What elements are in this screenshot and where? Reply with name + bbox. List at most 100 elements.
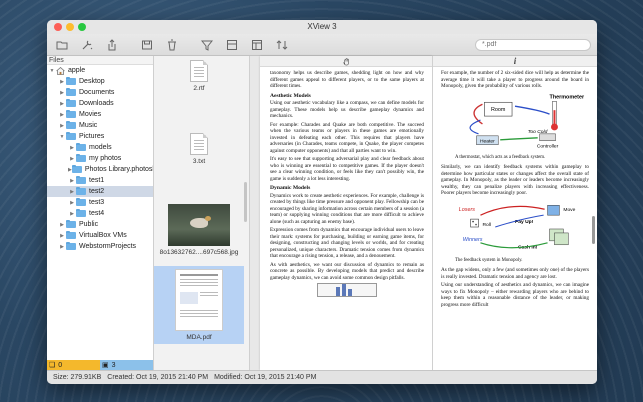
tree-item-label: my photos xyxy=(89,155,122,162)
paragraph: For example: Charades and Quake are both… xyxy=(270,121,424,154)
thumbnail-scrollbar[interactable] xyxy=(244,182,247,222)
folder-icon xyxy=(76,186,86,195)
folder-icon xyxy=(66,87,76,96)
disclosure-triangle-icon[interactable]: ▶ xyxy=(68,178,76,184)
disclosure-triangle-icon[interactable]: ▶ xyxy=(68,145,76,151)
tree-item-music[interactable]: ▶ Music xyxy=(47,120,153,131)
disclosure-triangle-icon[interactable]: ▶ xyxy=(58,112,66,118)
status-size: Size: 279.91KB xyxy=(53,374,102,381)
tree-item-desktop[interactable]: ▶ Desktop xyxy=(47,76,153,87)
disclosure-triangle-icon[interactable]: ▶ xyxy=(58,90,66,96)
tree-item-label: test1 xyxy=(89,177,105,184)
folder-icon xyxy=(66,219,76,228)
window-controls xyxy=(54,23,86,31)
save-button[interactable] xyxy=(138,37,156,53)
search-box[interactable] xyxy=(475,38,591,51)
folder-icon xyxy=(76,153,86,162)
tree-item-label: Downloads xyxy=(79,100,114,107)
disclosure-triangle-icon[interactable]: ▶ xyxy=(58,101,66,107)
tree-item-virtualbox-vms[interactable]: ▶ VirtualBox VMs xyxy=(47,230,153,241)
folder-icon xyxy=(76,175,86,184)
tree-root-label: apple xyxy=(68,67,86,74)
folder-icon xyxy=(66,230,76,239)
folder-icon xyxy=(76,197,86,206)
tree-item-label: Music xyxy=(79,122,98,129)
status-created: Created: Oct 19, 2015 21:40 PM xyxy=(107,374,209,381)
inspector-resize-handle[interactable] xyxy=(592,216,595,244)
folder-icon xyxy=(76,142,86,151)
thumbnail-item[interactable]: 2.rtf xyxy=(154,58,244,104)
close-window-button[interactable] xyxy=(54,23,62,31)
disclosure-triangle-icon[interactable]: ▶ xyxy=(58,244,66,250)
tree-item-movies[interactable]: ▶ Movies xyxy=(47,109,153,120)
tree-item-downloads[interactable]: ▶ Downloads xyxy=(47,98,153,109)
tree-item-documents[interactable]: ▶ Documents xyxy=(47,87,153,98)
disclosure-triangle-icon[interactable]: ▶ xyxy=(68,211,76,217)
thumbnail-label: MDA.pdf xyxy=(186,334,212,341)
tree-item-test3[interactable]: ▶ test3 xyxy=(47,197,153,208)
tree-item-webstormprojects[interactable]: ▶ WebstormProjects xyxy=(47,241,153,252)
document-page-left: taxonomy helps us describe games, sheddi… xyxy=(260,56,432,370)
share-button[interactable] xyxy=(103,37,121,53)
files-count-badge[interactable]: ❏ 0 xyxy=(47,360,100,370)
disclosure-triangle-icon[interactable]: ▶ xyxy=(58,79,66,85)
disclosure-triangle-icon[interactable]: ▶ xyxy=(68,189,76,195)
minimize-window-button[interactable] xyxy=(66,23,74,31)
thumbnail-item[interactable]: 3.txt xyxy=(154,129,244,179)
disclosure-triangle-icon[interactable]: ▶ xyxy=(68,200,76,206)
paragraph: Expression comes from dynamics that enco… xyxy=(270,227,424,259)
tree-item-models[interactable]: ▶ models xyxy=(47,142,153,153)
thumbnail-label: 2.rtf xyxy=(193,85,205,92)
tree-item-photos-library-photoslibrary[interactable]: ▶Photos Library.photoslibrary xyxy=(47,164,153,175)
tree-item-label: Movies xyxy=(79,111,102,118)
search-input[interactable] xyxy=(482,41,590,48)
document-icon xyxy=(190,133,208,155)
thermostat-diagram: Room Thermometer Heater Too Cold Control… xyxy=(441,92,589,154)
tree-root[interactable]: ▼ apple xyxy=(47,65,153,76)
disclosure-triangle-icon[interactable]: ▼ xyxy=(58,134,66,140)
layout-button[interactable] xyxy=(248,37,266,53)
paragraph: As the gap widens, only a few (and somet… xyxy=(441,267,589,280)
thumbnail-item-selected[interactable]: MDA.pdf xyxy=(154,266,244,344)
images-count-badge[interactable]: ▣ 3 xyxy=(100,360,153,370)
hand-tool-icon[interactable] xyxy=(342,57,351,66)
disclosure-triangle-icon[interactable]: ▶ xyxy=(58,233,66,239)
info-icon[interactable]: i xyxy=(514,56,517,66)
tree-item-label: Public xyxy=(79,221,99,228)
filter-icon xyxy=(201,40,213,51)
filter-button[interactable] xyxy=(198,37,216,53)
page-text-right: For example, the number of 2 six-sided d… xyxy=(441,70,589,310)
title-bar[interactable]: XView 3 xyxy=(47,20,597,34)
thumbnail-browser: 2.rtf 3.txt 8o13632762....697c568.jpg MD… xyxy=(154,56,250,370)
disclosure-triangle-icon[interactable]: ▶ xyxy=(68,156,76,162)
view-button[interactable] xyxy=(223,37,241,53)
tree-item-my-photos[interactable]: ▶ my photos xyxy=(47,153,153,164)
page-text-left: taxonomy helps us describe games, sheddi… xyxy=(270,70,424,297)
thumbnail-label: 3.txt xyxy=(192,158,206,165)
disclosure-triangle-icon[interactable]: ▶ xyxy=(58,222,66,228)
disclosure-triangle-icon[interactable]: ▼ xyxy=(48,68,56,74)
tree-item-test2[interactable]: ▶ test2 xyxy=(47,186,153,197)
svg-text:Roll: Roll xyxy=(482,222,490,228)
trash-button[interactable] xyxy=(163,37,181,53)
document-viewer: taxonomy helps us describe games, sheddi… xyxy=(250,56,597,370)
sidebar-header: Files xyxy=(47,56,153,65)
thumbnail-label: 8o13632762....697c568.jpg xyxy=(159,249,239,256)
tree-item-pictures[interactable]: ▼ Pictures xyxy=(47,131,153,142)
tree-item-test4[interactable]: ▶ test4 xyxy=(47,208,153,219)
sort-button[interactable] xyxy=(273,37,291,53)
tree-item-public[interactable]: ▶ Public xyxy=(47,219,153,230)
thumbnail-item[interactable]: 8o13632762....697c568.jpg xyxy=(154,204,244,262)
tree-item-test1[interactable]: ▶ test1 xyxy=(47,175,153,186)
tree-item-label: test2 xyxy=(89,188,105,195)
tools-button[interactable] xyxy=(78,37,96,53)
maximize-window-button[interactable] xyxy=(78,23,86,31)
photo-thumbnail xyxy=(168,204,230,246)
file-tree: ▼ apple ▶ Desktop ▶ Documents ▶ Downloads ▶ Mov… xyxy=(47,65,153,252)
folder-button[interactable] xyxy=(53,37,71,53)
disclosure-triangle-icon[interactable]: ▶ xyxy=(58,123,66,129)
status-modified: Modified: Oct 19, 2015 21:40 PM xyxy=(214,374,317,381)
svg-text:Move: Move xyxy=(563,207,575,213)
files-stack-icon: ❏ xyxy=(49,362,56,369)
view-icon xyxy=(227,39,237,50)
